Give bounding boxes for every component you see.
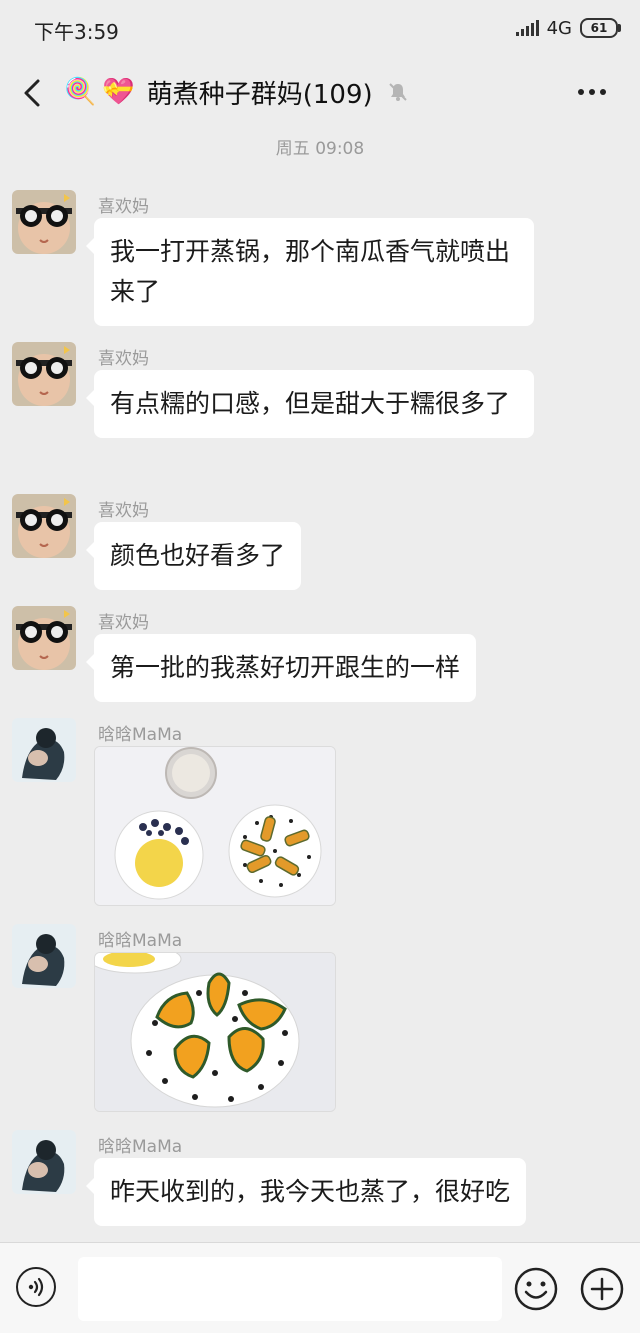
message-timestamp: 周五 09:08 xyxy=(275,139,365,159)
heart-gift-emoji: 💝 xyxy=(102,77,135,107)
avatar[interactable] xyxy=(12,494,76,558)
chat-title: 萌煮种子群妈(109) xyxy=(146,79,373,110)
message-input-bar xyxy=(0,1242,640,1333)
avatar[interactable] xyxy=(12,190,76,254)
message-bubble[interactable]: 我一打开蒸锅，那个南瓜香气就喷出来了 xyxy=(86,218,534,326)
sender-name: 晗晗MaMa xyxy=(98,1137,183,1157)
plus-icon[interactable] xyxy=(580,1267,624,1311)
avatar[interactable] xyxy=(12,718,76,782)
status-indicators: 4G 61 xyxy=(515,16,621,40)
sender-name: 喜欢妈 xyxy=(98,501,149,521)
photo-pumpkin-image[interactable] xyxy=(94,952,336,1112)
sender-name: 晗晗MaMa xyxy=(98,931,183,951)
voice-icon[interactable] xyxy=(16,1267,56,1307)
lollipop-emoji: 🍭 xyxy=(64,77,97,107)
avatar[interactable] xyxy=(12,1130,76,1194)
sender-name: 晗晗MaMa xyxy=(98,725,183,745)
avatar[interactable] xyxy=(12,924,76,988)
sender-name: 喜欢妈 xyxy=(98,613,149,633)
chat-title-area[interactable]: 🍭 💝 萌煮种子群妈(109) xyxy=(64,70,409,114)
message-bubble[interactable]: 颜色也好看多了 xyxy=(85,522,302,590)
photo-plates-image[interactable] xyxy=(94,746,336,906)
back-icon[interactable] xyxy=(18,74,48,112)
mute-icon xyxy=(388,83,407,101)
message-bubble[interactable]: 第一批的我蒸好切开跟生的一样 xyxy=(85,634,477,702)
message-input[interactable] xyxy=(78,1257,502,1321)
battery-icon: 61 xyxy=(580,18,621,38)
sender-name: 喜欢妈 xyxy=(98,349,149,369)
network-type: 4G xyxy=(546,17,572,39)
message-bubble[interactable]: 有点糯的口感，但是甜大于糯很多了 xyxy=(86,370,534,438)
avatar[interactable] xyxy=(12,342,76,406)
emoji-icon[interactable] xyxy=(514,1267,558,1311)
status-time: 下午3:59 xyxy=(34,20,119,44)
message-bubble[interactable]: 昨天收到的，我今天也蒸了，很好吃 xyxy=(85,1158,527,1226)
avatar[interactable] xyxy=(12,606,76,670)
signal-icon xyxy=(515,20,539,36)
status-bar: 下午3:59 4G 61 xyxy=(0,0,640,56)
sender-name: 喜欢妈 xyxy=(98,197,149,217)
chat-header: 🍭 💝 萌煮种子群妈(109) xyxy=(0,56,640,130)
more-icon[interactable] xyxy=(578,78,614,106)
